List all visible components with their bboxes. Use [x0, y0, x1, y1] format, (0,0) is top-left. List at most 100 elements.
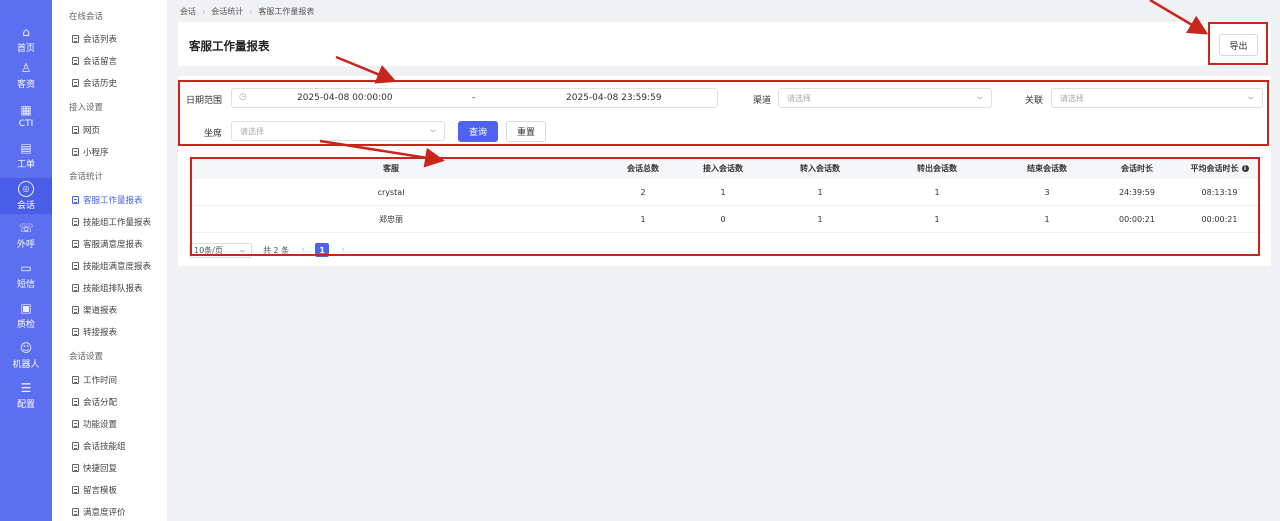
submenu-item[interactable]: 客服满意度报表	[72, 238, 143, 250]
nav-label: 质检	[16, 320, 35, 330]
relation-select[interactable]: 请选择 ⌄	[1051, 88, 1263, 108]
prev-page-button[interactable]: ‹	[297, 245, 309, 255]
submenu-item[interactable]: 满意度评价	[72, 506, 126, 518]
submenu-item[interactable]: 快捷回复	[72, 462, 117, 474]
nav-home[interactable]: ⌂ 首页	[0, 22, 52, 58]
submenu-item[interactable]: 会话技能组	[72, 440, 126, 452]
submenu-item[interactable]: 功能设置	[72, 418, 117, 430]
table-cell: 08:13:19	[1201, 187, 1238, 197]
submenu-item-label: 满意度评价	[83, 508, 126, 518]
column-header-label: 平均会话时长	[1190, 163, 1239, 173]
document-icon	[72, 486, 79, 494]
breadcrumb-item[interactable]: 会话统计	[211, 6, 243, 17]
submenu-item[interactable]: 会话列表	[72, 33, 117, 45]
reset-button[interactable]: 重置	[506, 121, 546, 142]
agent-select[interactable]: 请选择 ⌄	[231, 121, 445, 141]
submenu-item[interactable]: 会话留言	[72, 55, 117, 67]
agent-label: 坐席	[204, 129, 223, 139]
nav-quality[interactable]: ▣ 质检	[0, 298, 52, 334]
ticket-icon: ▤	[20, 141, 32, 155]
submenu-item[interactable]: 工作时间	[72, 374, 117, 386]
document-icon	[72, 442, 79, 450]
clock-icon: ◷	[239, 92, 247, 102]
next-page-button[interactable]: ›	[337, 245, 349, 255]
submenu-item[interactable]: 技能组排队报表	[72, 282, 143, 294]
submenu-item-label: 技能组排队报表	[83, 284, 143, 294]
submenu-item-label: 会话留言	[83, 57, 118, 67]
table-cell: 1	[817, 214, 823, 224]
nav-config[interactable]: ☰ 配置	[0, 378, 52, 414]
info-icon[interactable]: i	[1241, 164, 1249, 172]
nav-robot[interactable]: ☺ 机器人	[0, 338, 52, 374]
document-icon	[72, 196, 79, 204]
column-header-with-info: 平均会话时长 i	[1177, 157, 1262, 179]
main-nav-rail: ⌂ 首页 ♙ 客资 ▦ CTI ▤ 工单 ◎ 会话 ☏ 外呼 ▭ 短信 ▣ 质检 ☺ 机器人 ☰ 配…	[0, 0, 52, 521]
chevron-down-icon: ⌄	[237, 244, 248, 254]
submenu-item[interactable]: 留言模板	[72, 484, 117, 496]
export-button[interactable]: 导出	[1219, 34, 1258, 56]
nav-label: 短信	[16, 280, 35, 290]
submenu-item[interactable]: 会话历史	[72, 77, 117, 89]
table-cell: 00:00:21	[1201, 214, 1238, 224]
breadcrumb-item-current: 客服工作量报表	[258, 7, 315, 16]
table-cell: 2	[640, 187, 646, 197]
nav-label: 首页	[16, 44, 35, 54]
page-number-current[interactable]: 1	[315, 243, 330, 257]
customers-icon: ♙	[20, 61, 32, 75]
column-header: 转出会话数	[917, 163, 957, 173]
nav-cti[interactable]: ▦ CTI	[0, 98, 52, 134]
submenu-item-label: 工作时间	[83, 376, 118, 386]
date-end[interactable]: 2025-04-08 23:59:59	[566, 93, 662, 103]
submenu-item-label: 客服满意度报表	[83, 240, 143, 250]
nav-label: 外呼	[16, 240, 35, 250]
table-row: crystal 2 1 1 1 3 24:39:59 08:13:19	[191, 179, 1262, 206]
submenu-item-label: 会话技能组	[83, 442, 126, 452]
relation-placeholder: 请选择	[1060, 93, 1084, 103]
date-range-label: 日期范围	[186, 96, 223, 106]
document-icon	[72, 35, 79, 43]
submenu-item-label: 渠道报表	[83, 306, 118, 316]
query-button[interactable]: 查询	[458, 121, 498, 142]
submenu-item[interactable]: 渠道报表	[72, 304, 117, 316]
nav-customers[interactable]: ♙ 客资	[0, 58, 52, 94]
submenu-item[interactable]: 网页	[72, 124, 100, 136]
submenu-group-settings: 会话设置	[69, 352, 104, 362]
submenu-item-label: 网页	[83, 126, 101, 136]
table-cell: 1	[1044, 214, 1050, 224]
pagination: 10条/页 ⌄ 共 2 条 ‹ 1 ›	[189, 242, 349, 258]
submenu-item-label: 客服工作量报表	[83, 196, 143, 206]
submenu-item-label: 会话历史	[83, 79, 118, 89]
nav-label: 客资	[16, 80, 35, 90]
relation-label: 关联	[1025, 96, 1044, 106]
submenu-item-active[interactable]: 客服工作量报表	[72, 194, 143, 206]
submenu-item[interactable]: 技能组满意度报表	[72, 260, 151, 272]
table-cell: 00:00:21	[1119, 214, 1155, 224]
table-cell: 1	[934, 187, 940, 197]
channel-select[interactable]: 请选择 ⌄	[778, 88, 992, 108]
date-range-picker[interactable]: ◷ 2025-04-08 00:00:00 - 2025-04-08 23:59…	[231, 88, 718, 108]
document-icon	[72, 57, 79, 65]
nav-label: 机器人	[12, 360, 40, 370]
chevron-down-icon: ⌄	[974, 92, 986, 102]
page-title: 客服工作量报表	[189, 39, 270, 53]
table-cell: 1	[720, 187, 726, 197]
table-cell: 郑忠丽	[379, 214, 403, 224]
submenu-item[interactable]: 转接报表	[72, 326, 117, 338]
breadcrumb-item[interactable]: 会话	[180, 6, 196, 17]
submenu-item[interactable]: 技能组工作量报表	[72, 216, 151, 228]
nav-tickets[interactable]: ▤ 工单	[0, 138, 52, 174]
total-count: 共 2 条	[263, 245, 290, 255]
submenu-item-label: 技能组工作量报表	[83, 218, 152, 228]
column-header: 会话时长	[1121, 163, 1153, 173]
channel-label: 渠道	[753, 96, 772, 106]
submenu-item[interactable]: 会话分配	[72, 396, 117, 408]
date-start[interactable]: 2025-04-08 00:00:00	[297, 93, 393, 103]
page-size-select[interactable]: 10条/页 ⌄	[189, 242, 252, 258]
nav-sms[interactable]: ▭ 短信	[0, 258, 52, 294]
nav-chat[interactable]: ◎ 会话	[0, 178, 52, 214]
document-icon	[72, 240, 79, 248]
date-separator: -	[472, 93, 476, 103]
document-icon	[72, 376, 79, 384]
nav-outbound[interactable]: ☏ 外呼	[0, 218, 52, 254]
submenu-item[interactable]: 小程序	[72, 146, 109, 158]
